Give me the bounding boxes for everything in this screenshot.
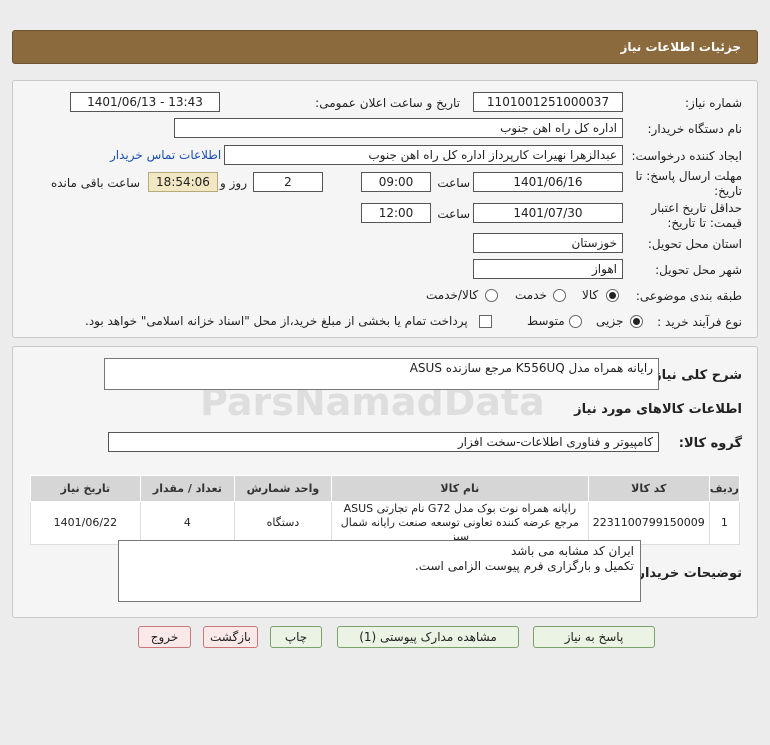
announce-field: 1401/06/13 - 13:43 [70, 92, 220, 112]
page-header: جزئیات اطلاعات نیاز [12, 30, 758, 64]
goods-table: ردیف کد کالا نام کالا واحد شمارش تعداد /… [30, 475, 741, 545]
remaining-label: ساعت باقی مانده [50, 176, 140, 190]
category-option-goods-service: کالا/خدمت [426, 288, 479, 302]
days-field: 2 [253, 172, 323, 192]
reply-deadline-label: مهلت ارسال پاسخ: تا تاریخ: [635, 169, 742, 199]
validity-time-label: ساعت [437, 207, 470, 221]
buyer-contact-link[interactable]: اطلاعات تماس خریدار [110, 148, 221, 162]
validity-time-field: 12:00 [361, 203, 431, 223]
category-option-goods: کالا [582, 288, 599, 302]
need-number-label: شماره نیاز: [685, 96, 742, 110]
col-row: ردیف [708, 475, 741, 502]
creator-field: عبدالزهرا نهیرات کارپرداز اداره کل راه ا… [224, 145, 623, 165]
reply-date-field: 1401/06/16 [473, 172, 623, 192]
days-label: روز و [220, 176, 247, 190]
validity-label-line1: حداقل تاریخ اعتبار [651, 201, 742, 215]
category-radio-goods-service[interactable] [485, 289, 498, 302]
goods-group-field: کامپیوتر و فناوری اطلاعات-سخت افزار [108, 432, 659, 452]
goods-group-label: گروه کالا: [678, 436, 742, 451]
goods-table-header: ردیف کد کالا نام کالا واحد شمارش تعداد /… [30, 475, 741, 502]
col-name: نام کالا [330, 475, 589, 502]
buyer-notes-label: توضیحات خریدار: [632, 566, 742, 581]
buyer-notes-line1: ایران کد مشابه می باشد [510, 544, 634, 558]
validity-date-field: 1401/07/30 [473, 203, 623, 223]
reply-deadline-label-line1: مهلت ارسال پاسخ: تا [635, 169, 742, 183]
reply-time-label: ساعت [437, 176, 470, 190]
cell-date: 1401/06/22 [30, 501, 141, 545]
cell-qty: 4 [139, 501, 236, 545]
creator-label: ایجاد کننده درخواست: [631, 149, 742, 163]
reply-deadline-label-line2: تاریخ: [714, 184, 742, 198]
cell-row: 1 [708, 501, 741, 545]
exit-button[interactable]: خروج [138, 626, 191, 648]
need-number-field: 1101001251000037 [473, 92, 623, 112]
reply-time-field: 09:00 [361, 172, 431, 192]
category-radio-service[interactable] [553, 289, 566, 302]
process-radio-medium[interactable] [569, 315, 582, 328]
col-code: کد کالا [587, 475, 710, 502]
city-label: شهر محل تحویل: [655, 263, 742, 277]
summary-label: شرح کلی نیاز: [648, 368, 742, 383]
col-date: تاریخ نیاز [30, 475, 141, 502]
goods-info-title: اطلاعات کالاهای مورد نیاز [574, 402, 742, 417]
buyer-org-label: نام دستگاه خریدار: [647, 122, 743, 136]
buyer-notes-box: ایران کد مشابه می باشد تکمیل و بارگزاری … [118, 540, 641, 602]
province-label: استان محل تحویل: [647, 237, 742, 251]
process-option-medium: متوسط [527, 314, 565, 328]
page-title: جزئیات اطلاعات نیاز [620, 40, 741, 54]
summary-field: رایانه همراه مدل K556UQ مرجع سازنده ASUS [104, 358, 659, 390]
validity-label-line2: قیمت: تا تاریخ: [667, 216, 742, 230]
province-field: خوزستان [473, 233, 623, 253]
treasury-payment-note: پرداخت تمام یا بخشی از مبلغ خرید،از محل … [85, 314, 468, 328]
category-option-service: خدمت [515, 288, 547, 302]
cell-name: رایانه همراه نوت بوک مدل G72 نام تجارتی … [330, 501, 589, 545]
remaining-time-field: 18:54:06 [148, 172, 218, 192]
col-qty: تعداد / مقدار [139, 475, 236, 502]
cell-code: 2231100799150009 [587, 501, 710, 545]
category-label: طبقه بندی موضوعی: [635, 289, 742, 303]
print-button[interactable]: چاپ [270, 626, 322, 648]
buyer-org-field: اداره کل راه اهن جنوب [174, 118, 623, 138]
buyer-notes-line2: تکمیل و بارگزاری فرم پیوست الزامی است. [414, 559, 634, 573]
city-field: اهواز [473, 259, 623, 279]
table-row: 1 2231100799150009 رایانه همراه نوت بوک … [30, 501, 741, 545]
view-attachments-button[interactable]: مشاهده مدارک پیوستی (1) [337, 626, 519, 648]
validity-label: حداقل تاریخ اعتبار قیمت: تا تاریخ: [651, 201, 742, 231]
process-label: نوع فرآیند خرید : [657, 315, 742, 329]
reply-button[interactable]: پاسخ به نیاز [533, 626, 655, 648]
category-radio-goods[interactable] [606, 289, 619, 302]
treasury-payment-checkbox[interactable] [479, 315, 492, 328]
process-radio-minor[interactable] [630, 315, 643, 328]
col-unit: واحد شمارش [234, 475, 332, 502]
back-button[interactable]: بازگشت [203, 626, 258, 648]
cell-unit: دستگاه [234, 501, 332, 545]
process-option-minor: جزیی [596, 314, 624, 328]
announce-label: تاریخ و ساعت اعلان عمومی: [315, 96, 460, 110]
